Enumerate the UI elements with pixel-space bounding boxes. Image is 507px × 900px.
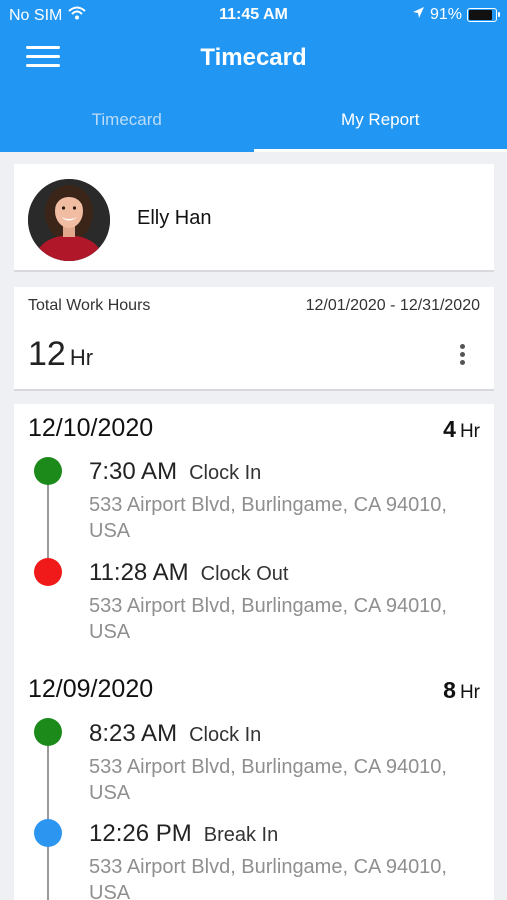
status-bar: No SIM 11:45 AM 91% [0,0,507,32]
battery-icon [467,8,500,22]
day-hours-unit: Hr [459,421,480,442]
entry-action: Clock Out [200,563,289,585]
entry-time-value: 7:30 AM [89,458,178,485]
clock-in-dot-icon [34,718,62,746]
day-hours: 8 Hr [443,677,480,704]
page-title: Timecard [200,44,307,71]
total-work-hours-label: Total Work Hours [28,297,151,314]
clock-in-dot-icon [34,457,62,485]
location-arrow-icon [412,6,425,24]
battery-percent: 91% [429,6,462,23]
entry-time-value: 12:26 PM [89,820,192,847]
day-date: 12/10/2020 [28,414,154,442]
tab-bar: Timecard My Report [0,88,507,152]
tab-my-report[interactable]: My Report [253,88,507,152]
entry-action: Clock In [189,724,262,746]
more-vertical-icon[interactable] [458,344,466,368]
user-name: Elly Han [137,207,212,229]
timeline-line [47,731,49,900]
tab-timecard[interactable]: Timecard [0,88,254,152]
profile-card: Elly Han [14,164,494,272]
total-hours-value: 12 [28,335,66,373]
battery-level [469,10,492,20]
break-in-dot-icon [34,819,62,847]
entry-address: 533 Airport Blvd, Burlingame, CA 94010, … [89,595,447,643]
total-hours: 12 Hr [28,335,93,374]
entry-time[interactable]: 12:26 PM Break In [89,820,278,848]
day-hours-value: 4 [443,416,456,442]
timeline-line [47,470,49,572]
timecard-entries: 12/10/2020 4 Hr 7:30 AM Clock In 533 Airpo… [14,404,494,900]
entry-address: 533 Airport Blvd, Burlingame, CA 94010, … [89,494,447,542]
day-hours-value: 8 [443,677,456,703]
summary-card: Total Work Hours 12/01/2020 - 12/31/2020… [14,287,494,391]
avatar [28,179,110,261]
day-header: 12/10/2020 4 Hr [28,414,480,444]
entry-address: 533 Airport Blvd, Burlingame, CA 94010, … [89,856,447,900]
entry-address: 533 Airport Blvd, Burlingame, CA 94010, … [89,756,447,804]
entry-action: Break In [203,824,279,846]
entry-time-value: 11:28 AM [89,559,189,586]
entry-time[interactable]: 7:30 AM Clock In [89,458,261,486]
total-hours-unit: Hr [69,345,94,370]
date-range[interactable]: 12/01/2020 - 12/31/2020 [306,297,480,315]
day-hours-unit: Hr [459,682,480,703]
entry-time[interactable]: 11:28 AM Clock Out [89,559,288,587]
clock-out-dot-icon [34,558,62,586]
entry-time[interactable]: 8:23 AM Clock In [89,720,261,748]
entry-time-value: 8:23 AM [89,720,178,747]
day-header: 12/09/2020 8 Hr [28,675,480,705]
day-date: 12/09/2020 [28,675,154,703]
status-right: 91% [412,6,500,24]
app-bar: Timecard [0,32,507,88]
entry-action: Clock In [189,462,262,484]
day-hours: 4 Hr [443,416,480,443]
